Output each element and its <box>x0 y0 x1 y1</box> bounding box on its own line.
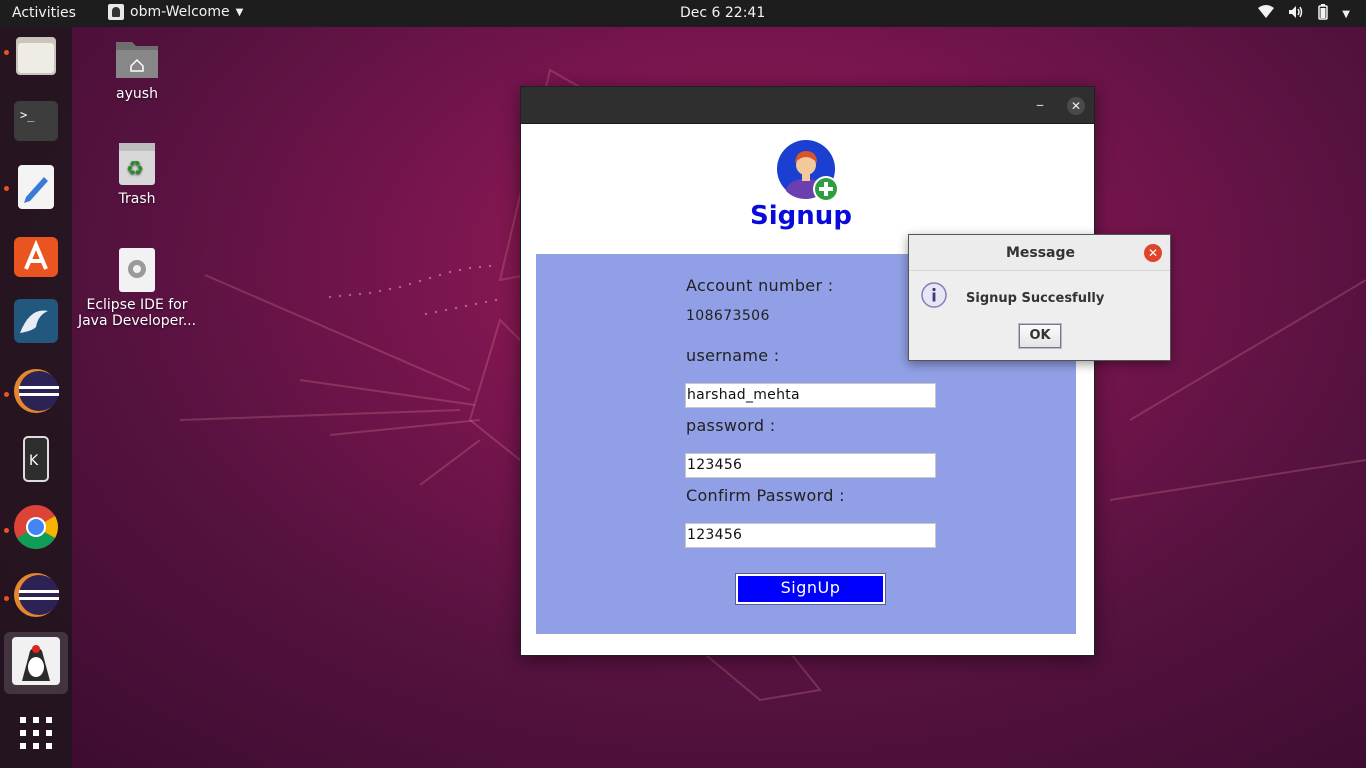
kde-connect-icon[interactable]: K <box>12 435 60 483</box>
tray-menu-caret-icon: ▼ <box>1342 8 1350 20</box>
dialog-close-button[interactable]: ✕ <box>1144 244 1162 262</box>
software-center-icon[interactable] <box>12 231 60 279</box>
java-app-icon[interactable] <box>12 637 60 685</box>
top-bar: Activities obm-Welcome ▼ Dec 6 22:41 ▼ <box>0 0 1366 27</box>
running-indicator <box>4 186 9 191</box>
battery-icon <box>1318 4 1329 24</box>
add-user-avatar-icon <box>776 139 840 203</box>
text-editor-icon[interactable] <box>12 163 60 211</box>
svg-text:K: K <box>29 453 39 469</box>
svg-text:♻: ♻ <box>126 156 144 180</box>
confirm-password-field[interactable]: 123456 <box>685 523 936 548</box>
username-field[interactable]: harshad_mehta <box>685 383 936 408</box>
desktop-trash[interactable]: ♻ Trash <box>77 141 197 207</box>
signup-heading: Signup <box>750 201 852 231</box>
close-button[interactable]: ✕ <box>1067 97 1085 115</box>
dock: >_ K <box>0 27 72 768</box>
svg-text:>_: >_ <box>20 108 35 122</box>
home-folder-icon <box>114 36 160 82</box>
wifi-icon <box>1258 5 1275 23</box>
show-apps-icon[interactable] <box>12 709 60 757</box>
volume-icon <box>1288 5 1304 23</box>
gear-icon <box>114 247 160 293</box>
running-indicator <box>4 528 9 533</box>
running-indicator <box>4 596 9 601</box>
activities-button[interactable]: Activities <box>12 5 76 21</box>
app-menu-label: obm-Welcome <box>130 4 230 20</box>
trash-label: Trash <box>118 191 156 207</box>
account-number-value: 108673506 <box>686 308 770 324</box>
desktop-eclipse-launcher[interactable]: Eclipse IDE for Java Developer... <box>77 247 197 329</box>
dialog-titlebar[interactable]: Message ✕ <box>909 235 1170 271</box>
java-app-icon <box>108 4 124 20</box>
ok-button[interactable]: OK <box>1018 323 1062 349</box>
password-label: password : <box>686 416 776 435</box>
eclipse-icon-2[interactable] <box>12 571 60 619</box>
home-folder-label: ayush <box>116 86 158 102</box>
eclipse-label-line1: Eclipse IDE for <box>86 297 188 313</box>
running-indicator <box>4 392 9 397</box>
mysql-workbench-icon[interactable] <box>12 297 60 345</box>
desktop-home-folder[interactable]: ayush <box>77 36 197 102</box>
terminal-icon[interactable]: >_ <box>12 97 60 145</box>
system-tray[interactable]: ▼ <box>1258 4 1350 24</box>
app-menu[interactable]: obm-Welcome ▼ <box>108 4 243 20</box>
trash-icon: ♻ <box>114 141 160 187</box>
message-dialog: Message ✕ Signup Succesfully OK <box>908 234 1171 361</box>
chrome-icon[interactable] <box>12 503 60 551</box>
account-number-label: Account number : <box>686 276 834 295</box>
window-titlebar[interactable]: – ✕ <box>521 87 1094 124</box>
password-field[interactable]: 123456 <box>685 453 936 478</box>
files-icon[interactable] <box>12 31 60 79</box>
minimize-button[interactable]: – <box>1030 95 1050 114</box>
eclipse-label-line2: Java Developer... <box>77 313 197 329</box>
signup-button[interactable]: SignUp <box>735 573 886 605</box>
dialog-title: Message <box>1005 245 1076 261</box>
chevron-down-icon: ▼ <box>235 6 244 18</box>
dialog-message: Signup Succesfully <box>966 291 1105 306</box>
info-icon <box>921 282 947 308</box>
eclipse-icon[interactable] <box>12 367 60 415</box>
signup-window: – ✕ Signup Account number : 108673506 us… <box>520 86 1095 656</box>
username-label: username : <box>686 346 780 365</box>
confirm-password-label: Confirm Password : <box>686 486 845 505</box>
running-indicator <box>4 50 9 55</box>
clock[interactable]: Dec 6 22:41 <box>680 5 765 21</box>
